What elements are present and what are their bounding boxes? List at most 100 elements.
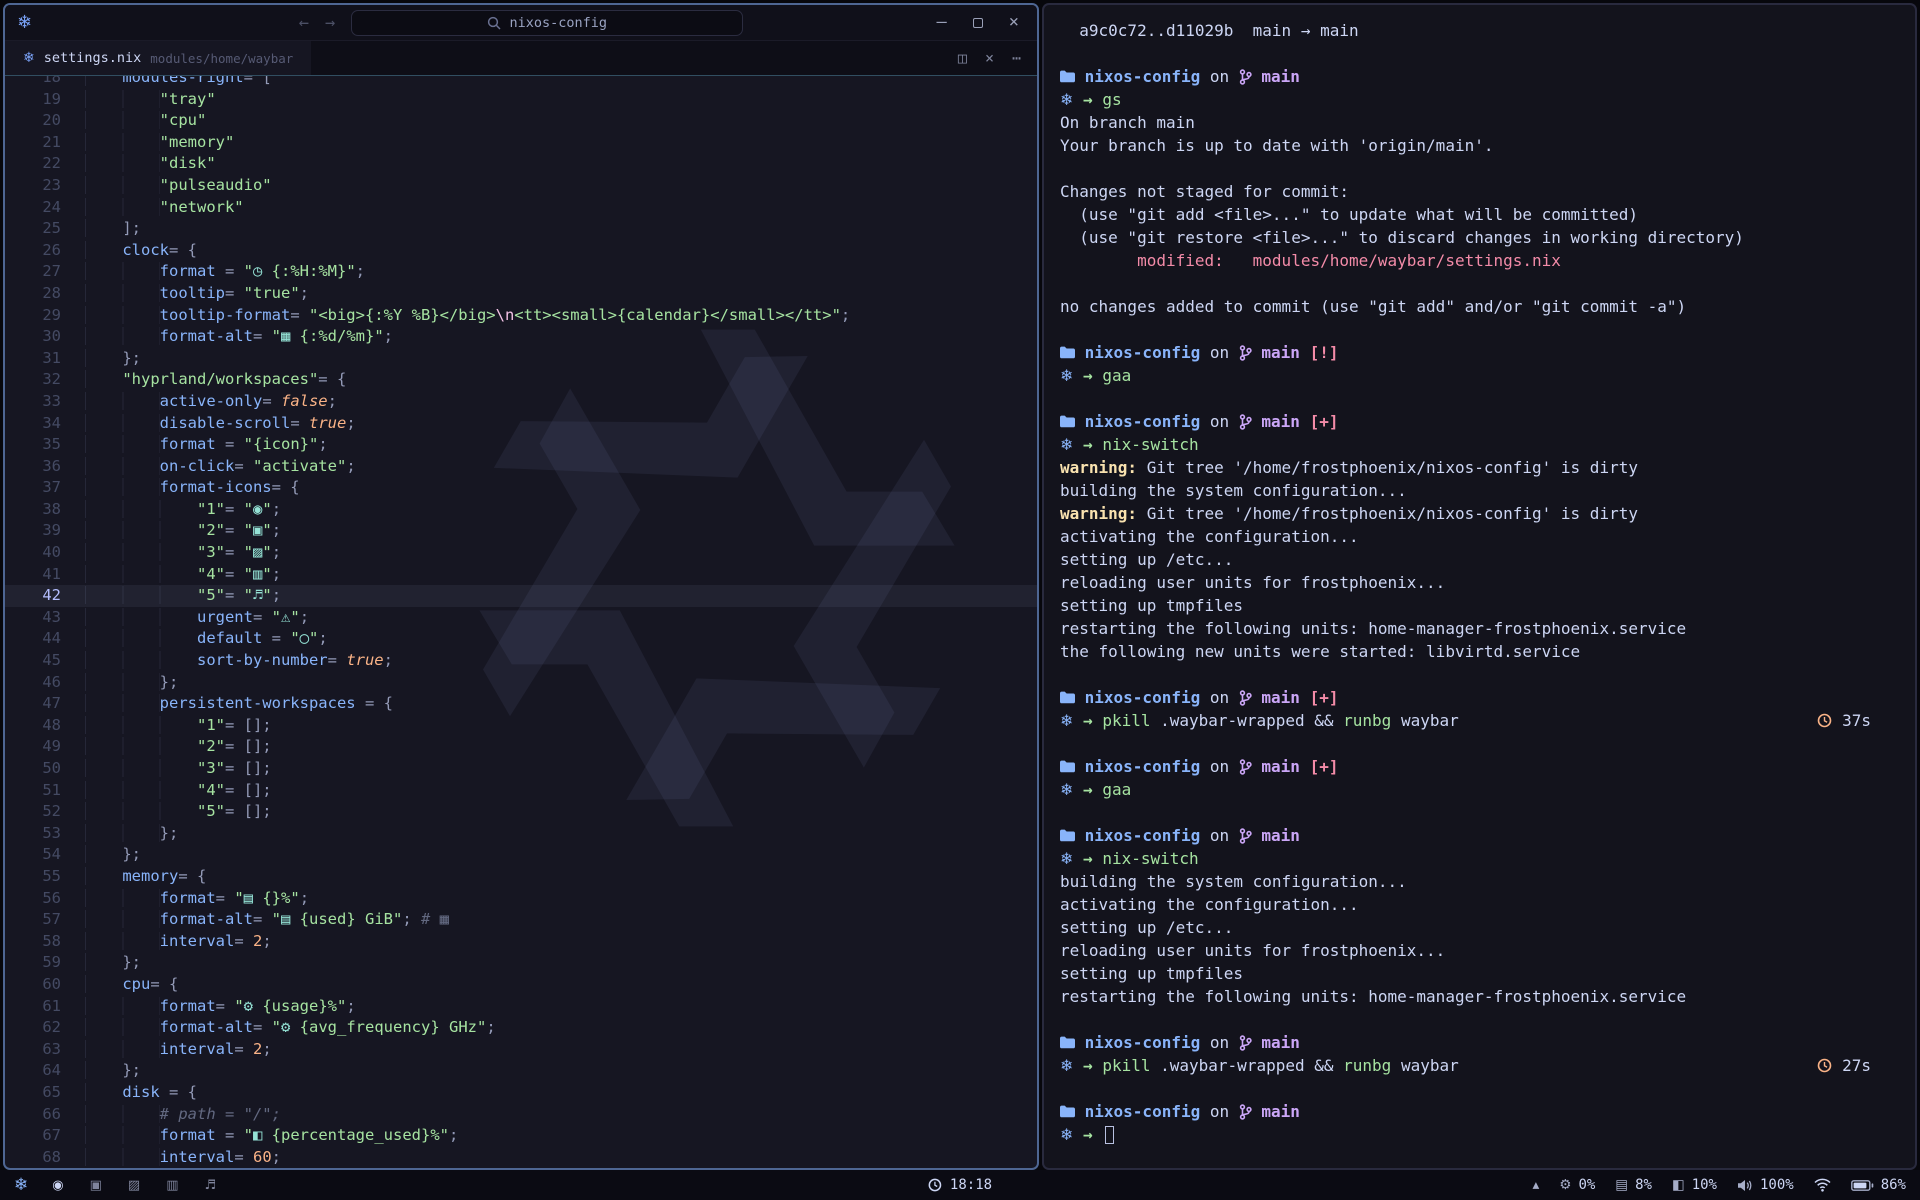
indent-guides — [85, 1126, 160, 1144]
nav-forward-icon[interactable]: → — [325, 13, 335, 33]
command-center-search[interactable]: nixos-config — [351, 10, 743, 36]
terminal-line: nixos-config on main [+] — [1060, 410, 1897, 433]
terminal-line — [1060, 157, 1897, 180]
terminal-line: warning: Git tree '/home/frostphoenix/ni… — [1060, 456, 1897, 479]
terminal-window[interactable]: a9c0c72..d11029b main → main nixos-confi… — [1042, 3, 1917, 1170]
close-button[interactable]: × — [1009, 14, 1019, 31]
split-editor-icon[interactable]: ◫ — [958, 49, 967, 67]
terminal-line: activating the configuration... — [1060, 525, 1897, 548]
code-line: 52 "5"= []; — [5, 801, 1037, 823]
close-editor-icon[interactable]: × — [985, 49, 994, 67]
clock-module[interactable]: 18:18 — [928, 1177, 992, 1193]
code-line: 49 "2"= []; — [5, 736, 1037, 758]
indent-guides — [85, 629, 197, 647]
code-token: = — [225, 521, 244, 539]
branch-name: main — [1252, 65, 1300, 88]
command-duration: 37s — [1817, 709, 1897, 732]
code-line: 36 on-click= "activate"; — [5, 456, 1037, 478]
memory-module[interactable]: ▤8% — [1615, 1177, 1652, 1193]
workspace-icon-1[interactable]: ◉ — [52, 1178, 63, 1193]
code-token: interval — [160, 1040, 235, 1058]
code-text: format-alt= "⚙ {avg_frequency} GHz"; — [61, 1017, 496, 1039]
terminal-line — [1060, 272, 1897, 295]
code-text: format-alt= "▤ {used} GiB"; # ▦ — [61, 909, 449, 931]
code-token: urgent — [197, 608, 253, 626]
network-module[interactable] — [1814, 1178, 1831, 1192]
disk-module[interactable]: ◧10% — [1672, 1177, 1717, 1193]
indent-guides — [85, 975, 122, 993]
maximize-button[interactable] — [973, 18, 983, 28]
nixos-menu-icon[interactable]: ❄ — [14, 1175, 28, 1195]
code-token: ; — [384, 651, 393, 669]
git-branch-icon — [1239, 414, 1252, 430]
tab-settings-nix[interactable]: ❄ settings.nix modules/home/waybar — [5, 41, 311, 75]
more-actions-icon[interactable]: ⋯ — [1012, 49, 1021, 67]
code-token: }; — [122, 953, 141, 971]
code-token: = — [262, 392, 281, 410]
folder-icon — [1060, 70, 1075, 83]
code-token: "activate" — [253, 457, 346, 475]
indent-guides — [85, 219, 122, 237]
code-token: ; — [272, 500, 281, 518]
tab-actions: ◫ × ⋯ — [958, 41, 1037, 75]
volume-icon — [1737, 1179, 1753, 1192]
indent-guides — [85, 457, 160, 475]
code-text: persistent-workspaces = { — [61, 693, 393, 715]
code-token: ; — [262, 1040, 271, 1058]
terminal-line: nixos-config on main — [1060, 1100, 1897, 1123]
terminal-line: restarting the following units: home-man… — [1060, 985, 1897, 1008]
git-status-flag: [+] — [1300, 410, 1339, 433]
volume-module[interactable]: 100% — [1737, 1177, 1794, 1193]
workspace-icon-2[interactable]: ▣ — [90, 1178, 102, 1193]
indent-guides — [85, 802, 197, 820]
code-token: tooltip-format — [160, 306, 291, 324]
command-text: gaa — [1102, 778, 1131, 801]
code-token: ; — [272, 586, 281, 604]
indent-guides — [85, 1148, 160, 1166]
code-token: = — [216, 435, 244, 453]
cpu-module[interactable]: ⚙0% — [1559, 1177, 1595, 1193]
line-number: 45 — [5, 650, 61, 672]
tray-expander-icon[interactable]: ▴ — [1533, 1177, 1540, 1193]
memory-value: 8% — [1635, 1177, 1652, 1193]
line-number: 41 — [5, 564, 61, 586]
workspace-icon-5[interactable]: ♬ — [204, 1178, 216, 1193]
code-line: 56 format= "▤ {}%"; — [5, 888, 1037, 910]
disk-value: 10% — [1692, 1177, 1717, 1193]
code-line: 24 "network" — [5, 197, 1037, 219]
workspace-icon-4[interactable]: ▥ — [166, 1178, 178, 1193]
code-token: sort-by-number — [197, 651, 328, 669]
code-token: 2 — [253, 1040, 262, 1058]
code-line: 33 active-only= false; — [5, 391, 1037, 413]
terminal-line: nixos-config on main [+] — [1060, 686, 1897, 709]
network-icon — [1814, 1178, 1831, 1192]
terminal-text: on — [1200, 755, 1239, 778]
code-token: true — [309, 414, 346, 432]
code-text: tooltip-format= "<big>{:%Y %B}</big>\n<t… — [61, 305, 850, 327]
line-number: 60 — [5, 974, 61, 996]
code-token: = — [234, 1040, 253, 1058]
code-text: # path = "/"; — [61, 1104, 281, 1126]
code-token: ; — [356, 262, 365, 280]
branch-name: main — [1252, 686, 1300, 709]
code-token: default — [197, 629, 262, 647]
code-token: = — [225, 500, 244, 518]
code-token: "5" — [197, 586, 225, 604]
terminal-cursor[interactable] — [1105, 1126, 1114, 1144]
code-token: ; — [272, 543, 281, 561]
code-token: = — [234, 932, 253, 950]
code-line: 44 default = "◯"; — [5, 628, 1037, 650]
line-number: 34 — [5, 413, 61, 435]
battery-module[interactable]: 86% — [1851, 1177, 1906, 1193]
code-editor[interactable]: 18 modules-right= [19 "tray"20 "cpu"21 "… — [5, 76, 1037, 1168]
code-line: 29 tooltip-format= "<big>{:%Y %B}</big>\… — [5, 305, 1037, 327]
code-line: 26 clock= { — [5, 240, 1037, 262]
code-token: ◉ — [253, 500, 262, 518]
editor-titlebar[interactable]: ❄ ← → nixos-config – × — [5, 5, 1037, 41]
indent-guides — [85, 781, 197, 799]
terminal-line: ❄ → nix-switch — [1060, 433, 1897, 456]
prompt-arrow-icon: → — [1073, 88, 1102, 111]
minimize-button[interactable]: – — [937, 14, 947, 31]
nav-back-icon[interactable]: ← — [299, 13, 309, 33]
workspace-icon-3[interactable]: ▨ — [128, 1178, 140, 1193]
